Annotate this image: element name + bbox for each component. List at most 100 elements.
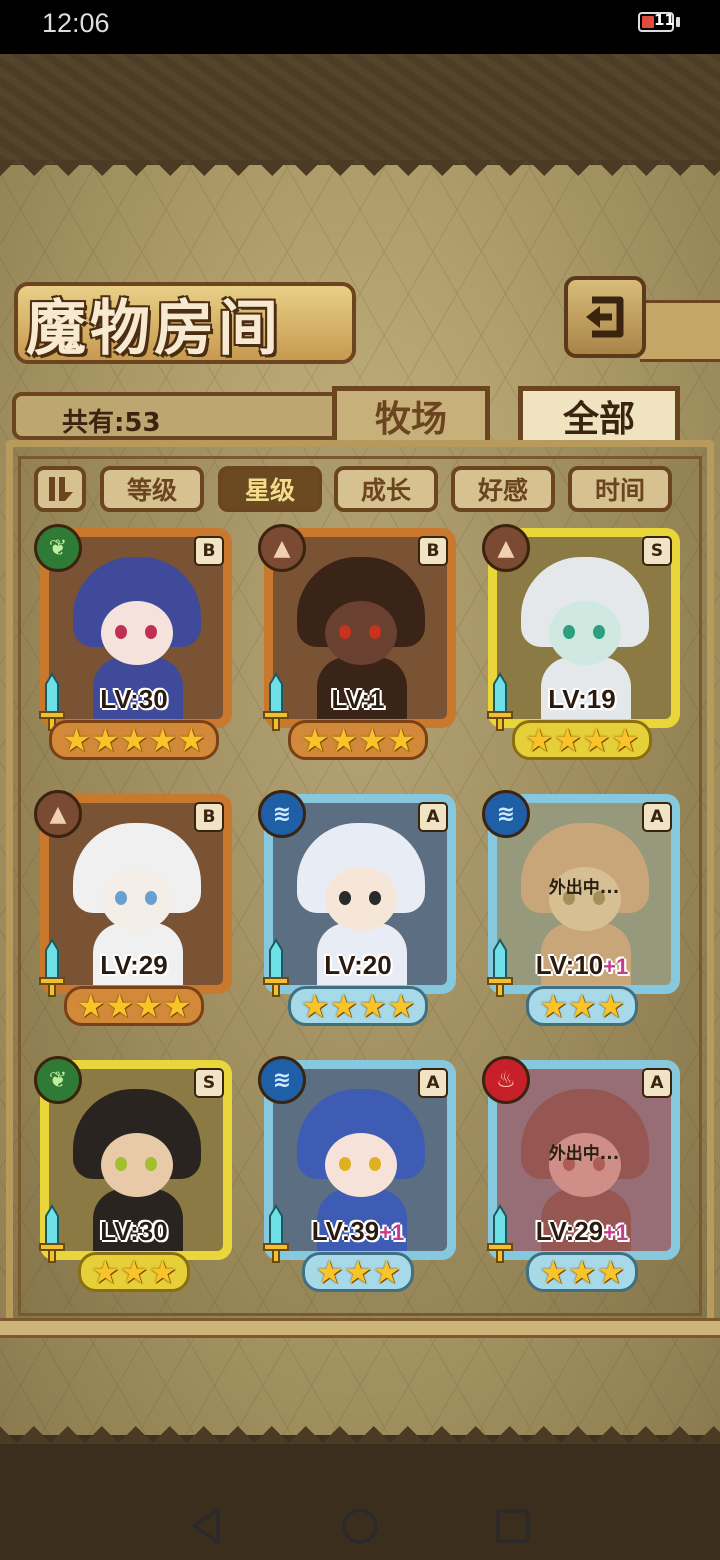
star-rating: ★★★★ [482, 720, 682, 762]
star-rating-bar: ★★★ [77, 1252, 191, 1292]
map-texture-top [0, 54, 720, 164]
star-rating-bar: ★★★ [525, 1252, 639, 1292]
monster-card[interactable]: ≋ A LV:39+1 ★★★ [258, 1056, 458, 1296]
star-icons: ★★★ [538, 1253, 626, 1291]
portrait-eye [369, 1157, 381, 1171]
rank-badge: B [194, 802, 224, 832]
portrait-eye [115, 625, 127, 639]
portrait-eye [593, 625, 605, 639]
rank-badge: S [194, 1068, 224, 1098]
water-element-icon: ≋ [482, 790, 530, 838]
monster-card[interactable]: ❦ S LV:30 ★★★ [34, 1056, 234, 1296]
monster-card[interactable]: ▲ S LV:19 ★★★★ [482, 524, 682, 764]
level-text: LV:20 [324, 950, 392, 980]
sort-order-toggle[interactable] [34, 466, 86, 512]
back-button-tab [640, 300, 720, 362]
rank-badge: S [642, 536, 672, 566]
portrait-eye [339, 891, 351, 905]
level-bonus: +1 [379, 1220, 405, 1245]
filter-level[interactable]: 等级 [100, 466, 204, 512]
rank-badge: A [418, 802, 448, 832]
star-rating-bar: ★★★ [301, 1252, 415, 1292]
filter-star[interactable]: 星级 [218, 466, 322, 512]
monster-level: LV:10+1 [482, 950, 682, 981]
star-icons: ★★★ [314, 1253, 402, 1291]
water-element-icon: ≋ [258, 790, 306, 838]
star-rating-bar: ★★★ [525, 986, 639, 1026]
portrait-eye [115, 1157, 127, 1171]
star-rating: ★★★ [258, 1252, 458, 1294]
water-element-icon: ≋ [258, 1056, 306, 1104]
monster-card[interactable]: ❦ B LV:30 ★★★★★ [34, 524, 234, 764]
star-icons: ★★★★ [300, 987, 416, 1025]
rank-badge: B [194, 536, 224, 566]
nav-back-icon[interactable] [188, 1506, 224, 1546]
monster-card[interactable]: 外出中... ♨ A LV:29+1 ★★★ [482, 1056, 682, 1296]
level-text: LV:39 [311, 1216, 380, 1246]
panel-bottom-rail [0, 1318, 720, 1338]
star-icons: ★★★★★ [62, 721, 206, 759]
nav-home-icon[interactable] [340, 1506, 380, 1546]
back-button[interactable] [564, 276, 646, 358]
torn-edge-bottom [0, 1400, 720, 1446]
portrait-face [325, 601, 397, 665]
page-title: 魔物房间 [26, 294, 282, 364]
star-rating-bar: ★★★★ [63, 986, 205, 1026]
level-text: LV:19 [548, 684, 616, 714]
monster-level: LV:29 [34, 950, 234, 981]
battery-level: 11 [654, 11, 675, 29]
tab-all[interactable]: 全部 [518, 386, 680, 446]
portrait-face [101, 1133, 173, 1197]
filter-time[interactable]: 时间 [568, 466, 672, 512]
nav-recents-icon[interactable] [494, 1506, 532, 1546]
portrait-face [325, 1133, 397, 1197]
filter-growth[interactable]: 成长 [334, 466, 438, 512]
earth-element-icon: ▲ [34, 790, 82, 838]
monster-card[interactable]: ≋ A LV:20 ★★★★ [258, 790, 458, 1030]
rank-badge: B [418, 536, 448, 566]
earth-element-icon: ▲ [258, 524, 306, 572]
filter-affection[interactable]: 好感 [451, 466, 555, 512]
portrait-face [325, 867, 397, 931]
status-time: 12:06 [42, 8, 110, 38]
portrait-face [101, 601, 173, 665]
star-rating-bar: ★★★★ [287, 720, 429, 760]
monster-card[interactable]: ▲ B LV:1 ★★★★ [258, 524, 458, 764]
portrait-face [549, 601, 621, 665]
monster-card[interactable]: 外出中... ≋ A LV:10+1 ★★★ [482, 790, 682, 1030]
torn-edge-top [0, 160, 720, 190]
portrait-eye [339, 1157, 351, 1171]
portrait-face [101, 867, 173, 931]
level-text: LV:30 [100, 1216, 168, 1246]
away-status-text: 外出中... [548, 1144, 620, 1164]
star-rating: ★★★★ [258, 986, 458, 1028]
star-rating: ★★★★ [258, 720, 458, 762]
level-text: LV:29 [100, 950, 168, 980]
star-rating-bar: ★★★★ [287, 986, 429, 1026]
tab-ranch[interactable]: 牧场 [332, 386, 490, 446]
battery-tip [676, 17, 680, 27]
portrait-eye [369, 891, 381, 905]
earth-element-icon: ▲ [482, 524, 530, 572]
star-icons: ★★★ [538, 987, 626, 1025]
rank-badge: A [418, 1068, 448, 1098]
star-icons: ★★★★ [76, 987, 192, 1025]
portrait-eye [145, 1157, 157, 1171]
monster-level: LV:30 [34, 1216, 234, 1247]
level-bonus: +1 [603, 1220, 629, 1245]
return-arrow-icon [586, 296, 624, 338]
status-bar: 12:06 11 [0, 0, 720, 54]
fire-element-icon: ♨ [482, 1056, 530, 1104]
star-rating: ★★★ [482, 1252, 682, 1294]
rank-badge: A [642, 1068, 672, 1098]
monster-card[interactable]: ▲ B LV:29 ★★★★ [34, 790, 234, 1030]
star-rating-bar: ★★★★★ [49, 720, 219, 760]
star-rating: ★★★★ [34, 986, 234, 1028]
star-rating: ★★★ [482, 986, 682, 1028]
monster-level: LV:29+1 [482, 1216, 682, 1247]
star-rating: ★★★★★ [34, 720, 234, 762]
portrait-eye [339, 625, 351, 639]
monster-level: LV:20 [258, 950, 458, 981]
portrait-eye [369, 625, 381, 639]
level-bonus: +1 [603, 954, 629, 979]
